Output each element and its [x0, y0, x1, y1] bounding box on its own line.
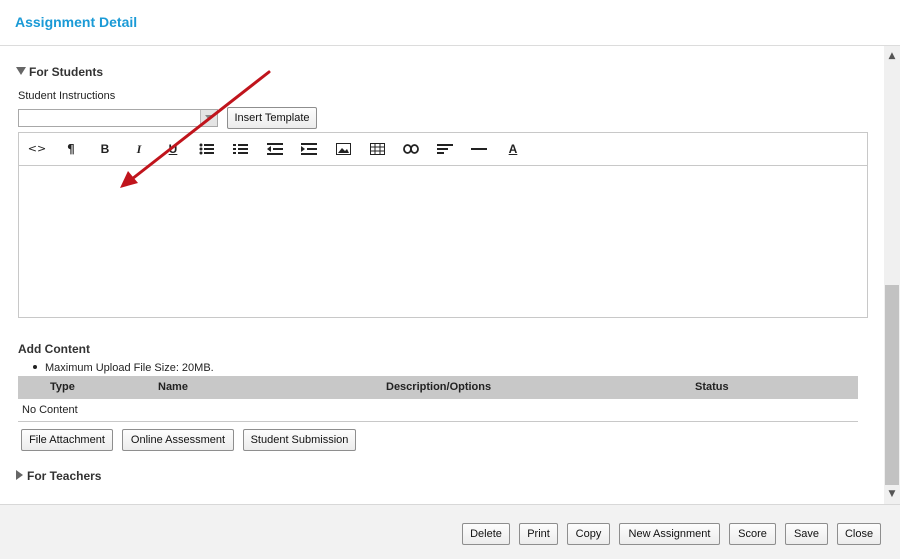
ordered-list-icon[interactable]	[230, 140, 252, 158]
student-submission-button[interactable]: Student Submission	[243, 429, 356, 451]
print-button[interactable]: Print	[519, 523, 558, 545]
save-button[interactable]: Save	[785, 523, 828, 545]
add-content-heading: Add Content	[18, 342, 90, 356]
dialog-footer: Delete Print Copy New Assignment Score S…	[0, 504, 900, 559]
delete-button[interactable]: Delete	[462, 523, 510, 545]
table-row: No Content	[18, 399, 858, 422]
student-instructions-label: Student Instructions	[18, 90, 116, 102]
column-header-description: Description/Options	[386, 381, 492, 393]
rich-text-editor: <> ¶ B I U A	[18, 132, 868, 318]
underline-icon[interactable]: U	[162, 140, 184, 158]
image-icon[interactable]	[332, 140, 354, 158]
italic-icon[interactable]: I	[128, 140, 150, 158]
scroll-up-icon[interactable]: ▲	[884, 48, 900, 64]
dialog-header: Assignment Detail	[0, 0, 900, 46]
for-teachers-heading: For Teachers	[27, 469, 102, 483]
caret-down-icon	[16, 67, 26, 75]
unordered-list-icon[interactable]	[196, 140, 218, 158]
scrollbar-thumb[interactable]	[885, 285, 899, 485]
column-header-status: Status	[695, 381, 729, 393]
content-table: Type Name Description/Options Status No …	[18, 376, 858, 422]
vertical-scrollbar[interactable]: ▲ ▼	[884, 46, 900, 504]
empty-table-text: No Content	[22, 404, 78, 416]
align-left-icon[interactable]	[434, 140, 456, 158]
dialog-content: For Students Student Instructions Insert…	[0, 46, 884, 504]
code-icon[interactable]: <>	[26, 140, 48, 158]
for-students-toggle[interactable]: For Students	[16, 65, 103, 79]
template-select[interactable]	[18, 109, 218, 127]
bold-icon[interactable]: B	[94, 140, 116, 158]
column-header-name: Name	[158, 381, 188, 393]
outdent-icon[interactable]	[264, 140, 286, 158]
indent-icon[interactable]	[298, 140, 320, 158]
scroll-down-icon[interactable]: ▼	[884, 486, 900, 502]
column-header-type: Type	[50, 381, 75, 393]
score-button[interactable]: Score	[729, 523, 776, 545]
close-button[interactable]: Close	[837, 523, 881, 545]
link-icon[interactable]	[400, 140, 422, 158]
table-icon[interactable]	[366, 140, 388, 158]
upload-note-text: Maximum Upload File Size: 20MB.	[45, 362, 214, 374]
dialog-title: Assignment Detail	[15, 14, 138, 30]
new-assignment-button[interactable]: New Assignment	[619, 523, 720, 545]
paragraph-icon[interactable]: ¶	[60, 140, 82, 158]
editor-body[interactable]	[19, 167, 867, 317]
for-teachers-toggle[interactable]: For Teachers	[16, 469, 101, 483]
horizontal-rule-icon[interactable]	[468, 140, 490, 158]
caret-right-icon	[16, 470, 23, 480]
insert-template-button[interactable]: Insert Template	[227, 107, 317, 129]
table-header: Type Name Description/Options Status	[18, 376, 858, 399]
upload-note: Maximum Upload File Size: 20MB.	[33, 362, 214, 374]
file-attachment-button[interactable]: File Attachment	[21, 429, 113, 451]
online-assessment-button[interactable]: Online Assessment	[122, 429, 234, 451]
font-color-icon[interactable]: A	[502, 140, 524, 158]
chevron-down-icon[interactable]	[200, 110, 217, 126]
for-students-heading: For Students	[29, 65, 103, 79]
copy-button[interactable]: Copy	[567, 523, 610, 545]
editor-toolbar: <> ¶ B I U A	[19, 133, 867, 166]
